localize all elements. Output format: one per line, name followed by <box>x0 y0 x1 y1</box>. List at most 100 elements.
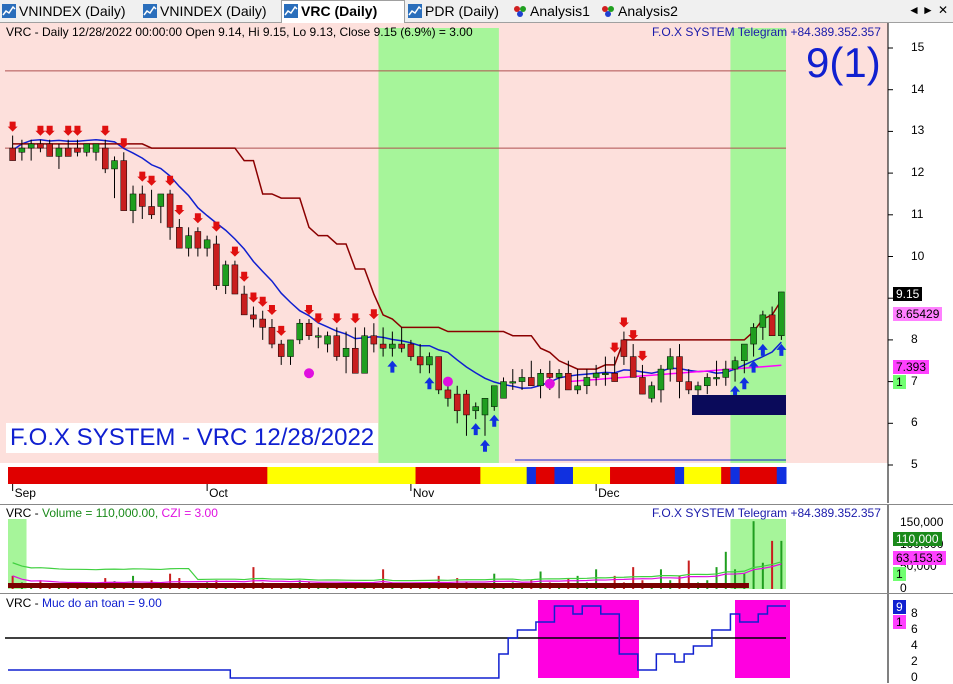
trend-stripe-cell <box>304 467 315 484</box>
candle-body <box>778 291 785 336</box>
trend-stripe-cell <box>684 467 694 484</box>
tab-vrc-daily[interactable]: VRC (Daily) <box>281 0 405 23</box>
trend-stripe-cell <box>285 467 296 484</box>
price-axis-tick: 12 <box>911 165 925 180</box>
trend-stripe-cell <box>137 467 148 484</box>
trend-stripe-cell <box>452 467 463 484</box>
trend-stripe-cell <box>572 467 583 484</box>
trend-stripe-cell <box>637 467 648 484</box>
candle-body <box>518 377 526 382</box>
trend-stripe-cell <box>498 467 509 484</box>
candle-body <box>185 235 192 249</box>
signal-dot <box>304 368 315 379</box>
safety-axis-tick: 2 <box>911 654 918 668</box>
scroll-left-icon[interactable]: ◄ <box>908 3 920 17</box>
trend-stripe-cell <box>295 467 305 484</box>
trend-stripe-cell <box>471 467 481 484</box>
trend-stripe-cell <box>508 467 518 484</box>
candle-body <box>694 385 702 391</box>
candle-body <box>741 343 748 362</box>
signal-one-tag: 1 <box>893 375 906 389</box>
safety-axis-tick: 8 <box>911 606 918 620</box>
tab-analysis1[interactable]: Analysis1 <box>513 1 595 21</box>
candle-body <box>555 373 563 378</box>
tab-vnindex-daily-1[interactable]: VNINDEX (Daily) <box>2 1 138 21</box>
signal-count-label: 9(1) <box>806 39 881 86</box>
chart-icon <box>143 3 157 18</box>
analysis-icon <box>601 3 615 17</box>
candle-body <box>92 143 100 153</box>
price-axis-tick: 5 <box>911 457 918 471</box>
trend-stripe-cell <box>767 467 778 484</box>
candle-body <box>704 377 711 387</box>
trend-stripe-cell <box>424 467 435 484</box>
volume-header-prefix: VRC - <box>6 506 42 520</box>
candle-body <box>453 393 461 412</box>
candle-body <box>750 327 757 345</box>
candle-body <box>148 206 155 216</box>
trend-stripe-cell <box>82 467 92 484</box>
candle-body <box>74 147 81 153</box>
candle-body <box>444 389 452 399</box>
candle-body <box>250 314 257 320</box>
candle-body <box>203 239 211 249</box>
trend-stripe-cell <box>591 467 602 484</box>
trend-stripe-cell <box>517 467 528 484</box>
volume-telegram-label: F.O.X SYSTEM Telegram +84.389.352.357 <box>652 506 881 520</box>
volume-panel[interactable]: VRC - Volume = 110,000.00, CZI = 3.00 F.… <box>0 504 953 595</box>
trend-stripe-cell <box>554 467 565 484</box>
trend-stripe-cell <box>656 467 667 484</box>
trend-stripe-cell <box>600 467 611 484</box>
candle-body <box>537 373 544 387</box>
trend-stripe-cell <box>211 467 222 484</box>
trend-stripe-cell <box>276 467 287 484</box>
trend-stripe-cell <box>248 467 259 484</box>
trend-stripe-cell <box>721 467 731 484</box>
candle-body <box>259 318 266 328</box>
candle-body <box>287 339 294 357</box>
trend-stripe-cell <box>397 467 407 484</box>
bullish-zone <box>730 519 786 589</box>
safety-panel[interactable]: VRC - Muc do an toan = 9.00 86420 9 1 <box>0 593 953 684</box>
candle-body <box>83 143 90 153</box>
candle-body <box>528 377 535 387</box>
trend-stripe-cell <box>619 467 630 484</box>
candle-body <box>315 335 322 338</box>
tab-analysis2[interactable]: Analysis2 <box>601 1 687 21</box>
candle-body <box>296 322 303 341</box>
candle-body <box>713 377 720 380</box>
safety-header-prefix: VRC - <box>6 596 42 610</box>
scroll-right-icon[interactable]: ► <box>922 3 934 17</box>
trend-stripe-cell <box>434 467 444 484</box>
candle-body <box>416 356 424 366</box>
candle-body <box>231 264 239 295</box>
candle-body <box>333 335 341 357</box>
trend-stripe-cell <box>378 467 389 484</box>
trend-stripe-cell <box>193 467 203 484</box>
safety-panel-header: VRC - Muc do an toan = 9.00 <box>6 596 162 610</box>
trend-stripe-cell <box>369 467 379 484</box>
trend-stripe-cell <box>174 467 185 484</box>
candle-body <box>324 335 331 345</box>
volume-panel-header: VRC - Volume = 110,000.00, CZI = 3.00 <box>6 506 218 520</box>
safe-zone <box>538 600 639 678</box>
safety-level-line <box>8 605 786 679</box>
price-panel[interactable]: VRC - Daily 12/28/2022 00:00:00 Open 9.1… <box>0 23 953 503</box>
close-icon[interactable]: ✕ <box>938 3 948 17</box>
price-axis-tick: 15 <box>911 40 925 54</box>
tab-vnindex-daily-2[interactable]: VNINDEX (Daily) <box>143 1 279 21</box>
trend-stripe-cell <box>702 467 713 484</box>
candle-body <box>565 373 572 391</box>
price-axis-tick: 13 <box>911 123 925 138</box>
tab-pdr-daily[interactable]: PDR (Daily) <box>408 1 508 21</box>
trend-stripe-cell <box>359 467 370 484</box>
safety-axis-tick: 6 <box>911 622 918 636</box>
trend-stripe-cell <box>387 467 398 484</box>
candle-body <box>398 343 405 349</box>
trail-value-tag: 7.393 <box>893 360 930 374</box>
target-box <box>692 395 786 415</box>
candle-body <box>620 339 628 357</box>
candle-body <box>46 143 53 157</box>
candle-body <box>500 381 507 399</box>
trend-stripe-cell <box>730 467 741 484</box>
